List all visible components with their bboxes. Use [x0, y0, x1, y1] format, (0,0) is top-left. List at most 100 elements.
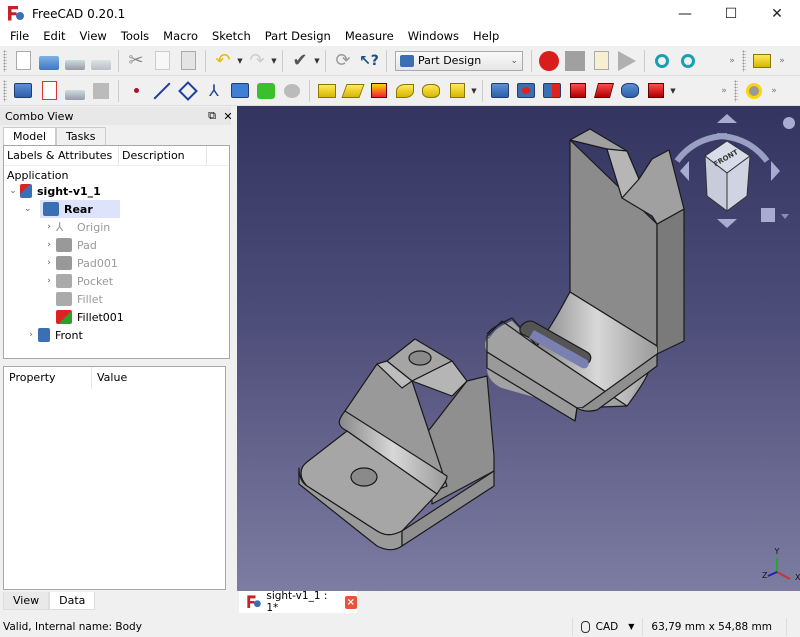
cut-button[interactable]: ✂ — [123, 48, 149, 74]
column-description[interactable]: Description — [119, 146, 207, 165]
tree-item-origin[interactable]: › ⅄ Origin — [42, 218, 110, 236]
tree-item-pad001[interactable]: › Pad001 — [42, 254, 118, 272]
subtractive-primitive-button[interactable] — [643, 78, 669, 104]
float-panel-icon[interactable]: ⧉ — [204, 109, 220, 123]
print-button[interactable] — [88, 48, 114, 74]
additive-pipe-button[interactable] — [392, 78, 418, 104]
datum-plane-button[interactable] — [175, 78, 201, 104]
column-labels-attributes[interactable]: Labels & Attributes — [4, 146, 119, 165]
close-button[interactable]: ✕ — [754, 0, 800, 27]
workbench-selector[interactable]: Part Design ⌄ — [395, 50, 523, 71]
subtractive-loft-button[interactable] — [565, 78, 591, 104]
additive-primitive-button[interactable] — [444, 78, 470, 104]
additive-primitive-dropdown-arrow[interactable]: ▼ — [470, 87, 478, 95]
refresh-check-button[interactable]: ✔ — [287, 48, 313, 74]
tree-item-document[interactable]: ⌄ sight-v1_1 — [6, 182, 101, 200]
view-fit-selection-button[interactable] — [675, 48, 701, 74]
menu-windows[interactable]: Windows — [401, 27, 466, 46]
undo-button[interactable]: ↶ — [210, 48, 236, 74]
toolbar-grip[interactable] — [734, 79, 738, 102]
toolbar-grip[interactable] — [3, 49, 7, 72]
create-body-button[interactable] — [10, 78, 36, 104]
groove-button[interactable] — [539, 78, 565, 104]
save-button[interactable] — [62, 48, 88, 74]
subtractive-primitive-dropdown-arrow[interactable]: ▼ — [669, 87, 677, 95]
paste-button[interactable] — [175, 48, 201, 74]
menu-tools[interactable]: Tools — [114, 27, 156, 46]
menu-macro[interactable]: Macro — [156, 27, 205, 46]
maximize-button[interactable]: ☐ — [708, 0, 754, 27]
datum-line-button[interactable] — [149, 78, 175, 104]
revolution-button[interactable] — [340, 78, 366, 104]
menu-view[interactable]: View — [73, 27, 114, 46]
view-fit-all-button[interactable] — [649, 48, 675, 74]
open-button[interactable] — [36, 48, 62, 74]
menu-sketch[interactable]: Sketch — [205, 27, 258, 46]
macro-stop-button[interactable] — [562, 48, 588, 74]
subtractive-helix-button[interactable] — [617, 78, 643, 104]
expand-chevron-icon[interactable]: ⌄ — [24, 200, 32, 218]
clone-sheep-button[interactable] — [279, 78, 305, 104]
menu-file[interactable]: File — [3, 27, 36, 46]
refresh-check-dropdown-arrow[interactable]: ▼ — [313, 57, 321, 65]
toolbar-overflow-button[interactable]: » — [717, 86, 731, 96]
toolbar-overflow-button[interactable]: » — [725, 56, 739, 66]
part-design-std-button[interactable] — [749, 48, 775, 74]
new-document-button[interactable] — [10, 48, 36, 74]
tab-model[interactable]: Model — [3, 127, 57, 145]
tab-view[interactable]: View — [3, 592, 50, 610]
tree-item-fillet[interactable]: Fillet — [56, 290, 103, 308]
additive-loft-button[interactable] — [366, 78, 392, 104]
tree-item-pocket[interactable]: › Pocket — [42, 272, 113, 290]
tab-tasks[interactable]: Tasks — [56, 127, 106, 145]
toolbar-overflow-button[interactable]: » — [775, 56, 789, 66]
menu-help[interactable]: Help — [466, 27, 506, 46]
datum-point-button[interactable] — [123, 78, 149, 104]
tree-item-front-body[interactable]: › Front — [24, 326, 83, 344]
undo-dropdown-arrow[interactable]: ▼ — [236, 57, 244, 65]
pocket-button[interactable] — [487, 78, 513, 104]
clone-button[interactable] — [88, 78, 114, 104]
document-tab[interactable]: sight-v1_1 : 1* × — [239, 590, 357, 614]
redo-dropdown-arrow[interactable]: ▼ — [270, 57, 278, 65]
menu-edit[interactable]: Edit — [36, 27, 72, 46]
measure-button[interactable] — [741, 78, 767, 104]
expand-chevron-icon[interactable]: ⌄ — [6, 186, 20, 196]
whats-this-button[interactable]: ↖? — [356, 48, 382, 74]
shape-binder-button[interactable] — [227, 78, 253, 104]
macro-edit-button[interactable] — [588, 48, 614, 74]
copy-button[interactable] — [149, 48, 175, 74]
navigation-cube[interactable]: FRONT — [674, 114, 795, 228]
additive-helix-button[interactable] — [418, 78, 444, 104]
redo-button[interactable]: ↷ — [244, 48, 270, 74]
toolbar-grip[interactable] — [742, 49, 746, 72]
tab-data[interactable]: Data — [49, 592, 96, 610]
validate-sketch-button[interactable] — [62, 78, 88, 104]
collapsed-chevron-icon[interactable]: › — [42, 258, 56, 268]
column-property[interactable]: Property — [4, 367, 92, 389]
pad-button[interactable] — [314, 78, 340, 104]
tree-item-rear-body[interactable]: Rear — [40, 200, 120, 218]
minimize-button[interactable]: — — [662, 0, 708, 27]
subtractive-pipe-button[interactable] — [591, 78, 617, 104]
3d-viewport[interactable]: FRONT Y X Z — [237, 106, 800, 591]
toolbar-grip[interactable] — [3, 79, 7, 102]
column-value[interactable]: Value — [92, 367, 222, 389]
toolbar-overflow-button[interactable]: » — [767, 86, 781, 96]
collapsed-chevron-icon[interactable]: › — [42, 240, 56, 250]
tree-item-fillet001[interactable]: Fillet001 — [56, 308, 124, 326]
subshape-binder-button[interactable] — [253, 78, 279, 104]
create-sketch-button[interactable] — [36, 78, 62, 104]
hole-button[interactable] — [513, 78, 539, 104]
panel-splitter[interactable] — [231, 107, 236, 612]
tree-item-pad[interactable]: › Pad — [42, 236, 97, 254]
menu-measure[interactable]: Measure — [338, 27, 401, 46]
menu-part-design[interactable]: Part Design — [258, 27, 338, 46]
collapsed-chevron-icon[interactable]: › — [24, 330, 38, 340]
collapsed-chevron-icon[interactable]: › — [42, 276, 56, 286]
collapsed-chevron-icon[interactable]: › — [42, 222, 56, 232]
resize-grip[interactable] — [786, 617, 800, 636]
navigation-style-selector[interactable]: CAD ▼ — [571, 617, 643, 636]
refresh-button[interactable]: ⟳ — [330, 48, 356, 74]
macro-record-button[interactable] — [536, 48, 562, 74]
